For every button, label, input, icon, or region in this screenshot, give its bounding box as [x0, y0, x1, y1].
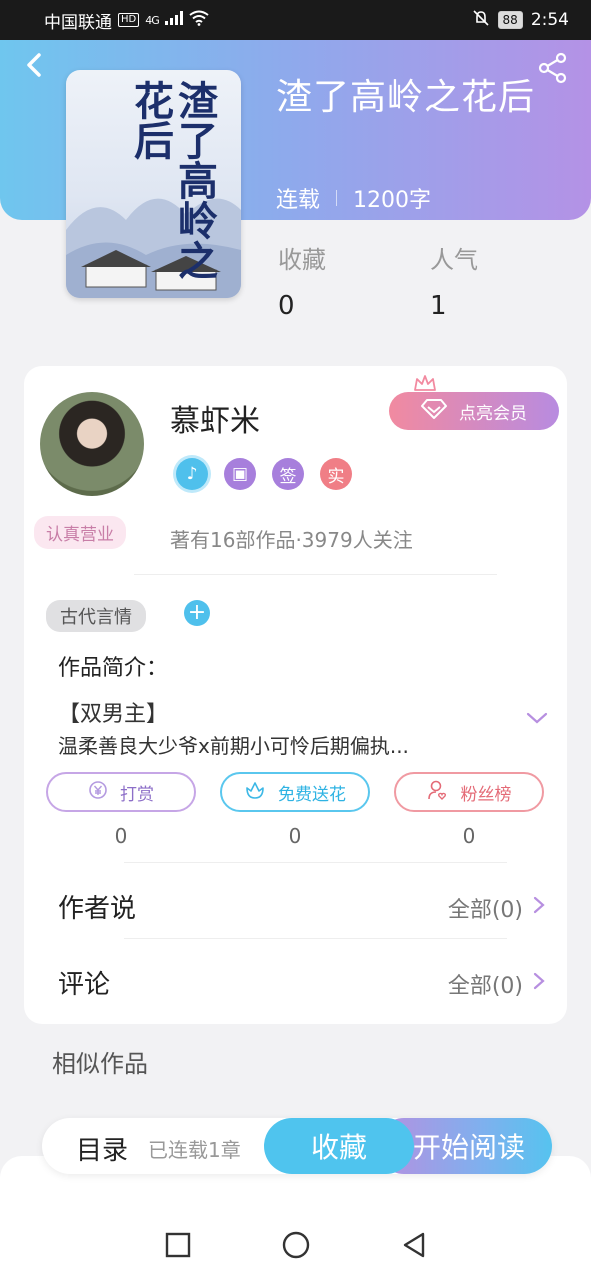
- action-counts: 0 0 0: [46, 824, 544, 848]
- flower-label: 免费送花: [278, 784, 346, 805]
- chevron-right-icon: [533, 895, 545, 921]
- add-tag-button[interactable]: +: [184, 600, 210, 626]
- fans-rank-button[interactable]: 粉丝榜: [394, 772, 544, 812]
- chevron-down-icon[interactable]: [525, 710, 549, 726]
- vip-button[interactable]: 点亮会员: [389, 392, 559, 430]
- signal-label: 4G: [145, 13, 159, 27]
- bottom-action-bar: 目录 已连载1章 开始阅读 收藏: [42, 1118, 552, 1174]
- battery-icon: 88: [497, 11, 523, 29]
- cover-title: 渣了高岭之花后: [127, 80, 218, 280]
- favorites-stat: 收藏 0: [278, 240, 326, 321]
- book-cover[interactable]: 渣了高岭之花后: [66, 70, 241, 298]
- fans-count: 0: [462, 824, 476, 848]
- mute-icon: [472, 9, 490, 32]
- book-title: 渣了高岭之花后: [276, 77, 536, 118]
- vip-label: 点亮会员: [459, 403, 527, 424]
- back-icon[interactable]: [20, 50, 50, 80]
- calendar-badge-icon[interactable]: ▣: [224, 458, 256, 490]
- author-badges: ♪ ▣ 签 实: [176, 458, 352, 490]
- word-count: 1200字: [353, 188, 432, 213]
- book-meta: 连载 1200字: [276, 182, 431, 214]
- back-nav-icon[interactable]: [399, 1230, 429, 1260]
- meta-divider: [336, 190, 338, 206]
- popularity-label: 人气: [430, 246, 478, 274]
- divider: [134, 574, 497, 575]
- hd-badge: HD: [118, 13, 140, 27]
- favorites-value: 0: [278, 291, 295, 321]
- user-heart-icon: [427, 779, 449, 806]
- similar-works-title: 相似作品: [52, 1050, 148, 1078]
- author-tag: 认真营业: [34, 516, 126, 549]
- intro-line-2: 温柔善良大少爷x前期小可怜后期偏执...: [58, 734, 409, 758]
- reward-label: 打赏: [120, 784, 154, 805]
- popularity-value: 1: [430, 291, 447, 321]
- toc-button[interactable]: 目录: [76, 1130, 128, 1167]
- clock: 2:54: [530, 10, 569, 30]
- comments-count: 全部(0): [447, 974, 523, 999]
- crown-icon: [413, 374, 437, 392]
- favorites-label: 收藏: [278, 246, 326, 274]
- book-status: 连载: [276, 188, 321, 213]
- flower-count: 0: [288, 824, 302, 848]
- music-badge-icon[interactable]: ♪: [176, 458, 208, 490]
- wifi-icon: [189, 10, 209, 31]
- system-nav-bar: [0, 1210, 591, 1280]
- home-icon[interactable]: [281, 1230, 311, 1260]
- collect-button[interactable]: 收藏: [264, 1118, 414, 1174]
- recent-apps-icon[interactable]: [163, 1230, 193, 1260]
- reward-button[interactable]: 打赏: [46, 772, 196, 812]
- chapters-count: 已连载1章: [148, 1138, 241, 1162]
- carrier-label: 中国联通: [44, 12, 112, 33]
- avatar[interactable]: [40, 392, 144, 496]
- genre-tag[interactable]: 古代言情: [46, 600, 146, 632]
- author-says-all-link[interactable]: 全部(0): [448, 892, 545, 924]
- flower-icon: [244, 780, 266, 805]
- divider: [124, 862, 507, 863]
- author-says-count: 全部(0): [447, 898, 523, 923]
- signal-icon: [164, 10, 183, 30]
- verified-badge[interactable]: 实: [320, 458, 352, 490]
- chevron-right-icon: [533, 971, 545, 997]
- popularity-stat: 人气 1: [430, 240, 478, 321]
- intro-line-1: 【双男主】: [58, 702, 169, 727]
- author-card: 慕虾米 点亮会员 ♪ ▣ 签 实 认真营业 著有16部作品·3979人关注 古代…: [24, 366, 567, 1024]
- book-stats: 收藏 0 人气 1: [278, 240, 478, 321]
- comments-label: 评论: [58, 970, 111, 1000]
- status-bar: 中国联通 HD 4G 88 2:54: [0, 0, 591, 40]
- send-flower-button[interactable]: 免费送花: [220, 772, 370, 812]
- diamond-icon: [421, 398, 447, 424]
- divider: [124, 938, 507, 939]
- fans-label: 粉丝榜: [460, 784, 512, 805]
- author-says-label: 作者说: [58, 894, 137, 924]
- author-info: 著有16部作品·3979人关注: [170, 528, 413, 552]
- intro-label: 作品简介：: [58, 656, 169, 681]
- action-row: 打赏 免费送花 粉丝榜: [46, 772, 544, 812]
- yen-icon: [88, 780, 108, 805]
- author-name[interactable]: 慕虾米: [170, 396, 260, 440]
- share-icon[interactable]: [537, 52, 569, 84]
- signed-badge[interactable]: 签: [272, 458, 304, 490]
- reward-count: 0: [114, 824, 128, 848]
- start-reading-label: 开始阅读: [412, 1131, 525, 1164]
- collect-label: 收藏: [310, 1131, 367, 1164]
- comments-all-link[interactable]: 全部(0): [448, 968, 545, 1000]
